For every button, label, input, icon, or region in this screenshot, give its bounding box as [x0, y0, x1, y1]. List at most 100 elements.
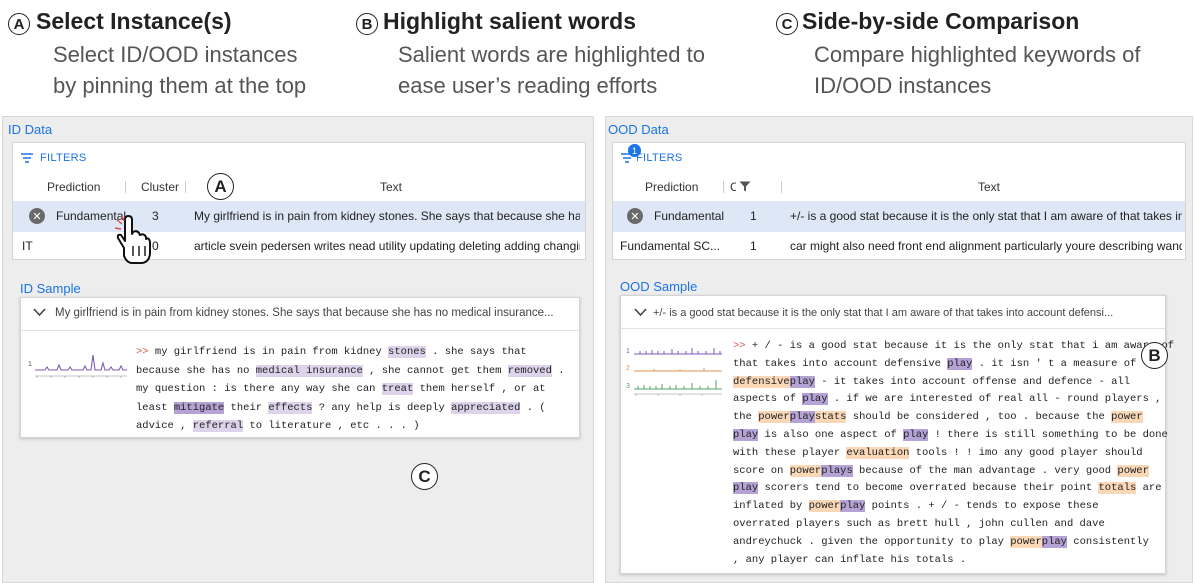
text-segment: . ( [520, 401, 546, 414]
marker-a-overlay-icon: A [207, 173, 234, 200]
text-segment: aspects of [733, 393, 803, 406]
annotation-b-desc-2: ease user’s reading efforts [398, 73, 658, 98]
text-segment: because she has no [136, 364, 256, 377]
salient-word: power [1111, 411, 1143, 424]
text-segment: their [224, 401, 269, 414]
text-segment: that takes into account defensive [733, 357, 948, 370]
salient-word: plays [821, 464, 853, 477]
chevron-down-icon[interactable] [634, 308, 647, 317]
ood-chart-row-label-3: 3 [626, 383, 630, 390]
text-segment: because of the man advantage . very good [852, 464, 1118, 477]
annotation-a-desc-1: Select ID/OOD instances [53, 42, 298, 67]
text-segment: , any player can inflate his totals . [733, 553, 967, 566]
ood-col-cluster[interactable]: C [730, 180, 736, 194]
salient-word: totals [1098, 482, 1137, 495]
id-row-1-cluster: 3 [152, 209, 159, 223]
expand-arrow-icon: >> [733, 340, 752, 352]
marker-a-icon: A [8, 13, 30, 35]
text-segment: . [551, 364, 565, 377]
id-col-prediction[interactable]: Prediction [47, 180, 100, 194]
text-segment: . she says that [425, 346, 527, 358]
filter-icon [21, 153, 33, 163]
id-chart-row-label: 1 [28, 361, 32, 368]
text-segment: should be considered , too . because the [846, 411, 1112, 424]
annotation-c-desc-1: Compare highlighted keywords of [814, 42, 1141, 67]
salient-word: play [903, 428, 929, 441]
salient-word: play [947, 357, 973, 370]
text-segment: my question : is there any way she can [136, 383, 382, 395]
marker-c-overlay-icon: C [411, 463, 438, 490]
salient-word: evaluation [846, 446, 910, 459]
text-segment: is also one aspect of [758, 428, 904, 441]
salient-word: play [1041, 535, 1067, 548]
ood-sample-header-text: +/- is a good stat because it is the onl… [653, 307, 1114, 319]
text-line: andreychuck . given the opportunity to p… [733, 534, 1174, 552]
text-segment: scorers tend to become overrated because… [758, 482, 1099, 495]
text-line: aspects of play . if we are interested o… [733, 391, 1174, 409]
chevron-down-icon[interactable] [33, 308, 46, 317]
ood-row-2-text: car might also need front end alignment … [790, 239, 1182, 253]
salient-word: medical insurance [255, 364, 363, 377]
text-segment: points . + / - tends to expose these [865, 500, 1099, 513]
text-segment: . if we are interested of real all - rou… [827, 393, 1162, 406]
id-filters-label: FILTERS [40, 152, 87, 164]
column-divider[interactable] [185, 181, 186, 193]
salient-word: play [840, 500, 866, 513]
text-line: defensiveplay - it takes into account of… [733, 374, 1174, 392]
marker-b-overlay-icon: B [1141, 342, 1168, 369]
salient-word: appreciated [451, 401, 521, 414]
id-highlighted-text: >> my girlfriend is in pain from kidney … [136, 343, 565, 436]
column-divider[interactable] [125, 181, 126, 193]
ood-salience-sparklines [634, 348, 722, 396]
column-divider[interactable] [781, 181, 782, 193]
id-row-2-text: article svein pedersen writes nead utili… [194, 239, 580, 253]
salient-word: defensive [733, 375, 790, 388]
annotation-c-desc-2: ID/OOD instances [814, 73, 992, 98]
salient-word: power [1010, 535, 1042, 548]
salient-word: mitigate [173, 401, 225, 414]
ood-col-prediction[interactable]: Prediction [645, 180, 698, 194]
text-line: inflated by powerplay points . + / - ten… [733, 498, 1174, 516]
id-filters-button[interactable]: FILTERS [20, 152, 87, 164]
salient-word: play [789, 375, 815, 388]
unpin-icon[interactable]: ✕ [29, 208, 45, 224]
text-segment: andreychuck . given the opportunity to p… [733, 535, 1011, 548]
text-line: with these player evaluation tools ! ! i… [733, 445, 1174, 463]
annotation-b-desc-1: Salient words are highlighted to [398, 42, 705, 67]
annotation-b-title: Highlight salient words [383, 8, 637, 34]
text-segment: ? any help is deeply [312, 401, 452, 414]
salient-word: play [733, 428, 759, 441]
marker-c-icon: C [776, 13, 798, 35]
marker-b-icon: B [356, 13, 378, 35]
text-line: that takes into account defensive play .… [733, 356, 1174, 374]
text-line: score on powerplays because of the man a… [733, 463, 1174, 481]
text-segment: advice , [136, 420, 193, 432]
salient-word: power [1117, 464, 1149, 477]
text-segment: overrated players such as brett hull , j… [733, 517, 1105, 530]
salient-word: removed [507, 364, 552, 377]
text-segment: , she cannot get them [362, 364, 508, 377]
text-line: my question : is there any way she can t… [136, 380, 565, 399]
id-data-title: ID Data [8, 122, 53, 137]
text-line: because she has no medical insurance , s… [136, 362, 565, 381]
ood-row-1-text: +/- is a good stat because it is the onl… [790, 209, 1182, 223]
id-row-1-text: My girlfriend is in pain from kidney sto… [194, 209, 580, 223]
id-col-text[interactable]: Text [380, 180, 402, 194]
text-line: >> my girlfriend is in pain from kidney … [136, 343, 565, 362]
salient-word: play [789, 411, 815, 424]
text-line: least mitigate their effects ? any help … [136, 399, 565, 418]
salient-word: play [733, 482, 759, 495]
ood-col-text[interactable]: Text [978, 180, 1000, 194]
id-col-cluster[interactable]: Cluster [141, 180, 179, 194]
ood-row-2-cluster: 1 [750, 239, 757, 253]
text-segment: the [733, 411, 759, 424]
salient-word: power [789, 464, 822, 477]
column-filter-icon[interactable] [739, 181, 751, 192]
column-divider[interactable] [723, 181, 724, 193]
ood-chart-row-label-2: 2 [626, 365, 630, 372]
text-segment: with these player [733, 446, 847, 459]
salient-word: treat [381, 383, 414, 395]
unpin-icon[interactable]: ✕ [627, 208, 643, 224]
text-segment: ! there is still something to be done [928, 428, 1168, 441]
ood-filters-label: FILTERS [636, 152, 683, 164]
